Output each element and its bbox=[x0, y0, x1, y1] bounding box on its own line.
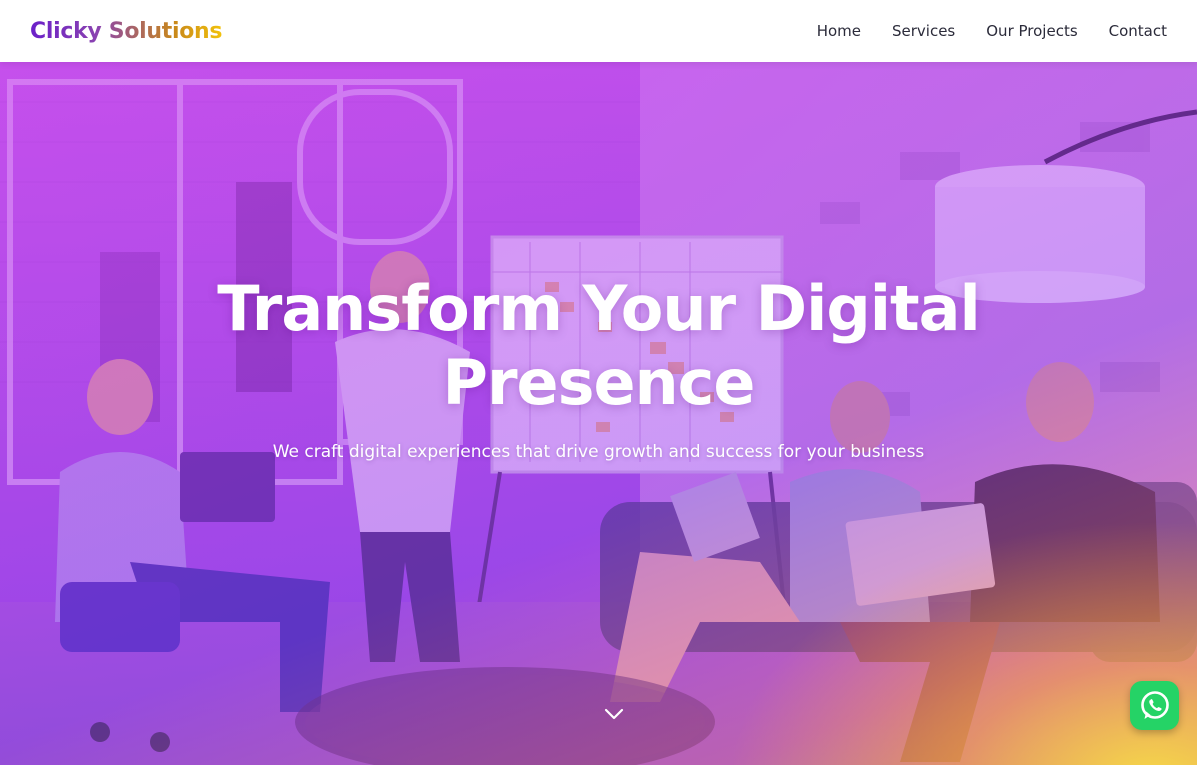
nav-link-home[interactable]: Home bbox=[817, 22, 861, 40]
hero-section: Transform Your Digital Presence We craft… bbox=[0, 62, 1197, 765]
nav-link-services[interactable]: Services bbox=[892, 22, 955, 40]
hero-title: Transform Your Digital Presence bbox=[217, 272, 980, 419]
main-nav: Home Services Our Projects Contact bbox=[817, 0, 1167, 62]
chevron-down-icon[interactable] bbox=[603, 705, 625, 723]
site-header: Clicky Solutions Home Services Our Proje… bbox=[0, 0, 1197, 62]
hero-content: Transform Your Digital Presence We craft… bbox=[0, 272, 1197, 464]
nav-link-our-projects[interactable]: Our Projects bbox=[986, 22, 1077, 40]
whatsapp-icon bbox=[1140, 690, 1169, 719]
nav-link-contact[interactable]: Contact bbox=[1109, 22, 1167, 40]
whatsapp-button[interactable] bbox=[1130, 681, 1179, 730]
site-logo[interactable]: Clicky Solutions bbox=[30, 15, 223, 49]
hero-subtitle: We craft digital experiences that drive … bbox=[272, 442, 925, 462]
page: Clicky Solutions Home Services Our Proje… bbox=[0, 0, 1197, 765]
